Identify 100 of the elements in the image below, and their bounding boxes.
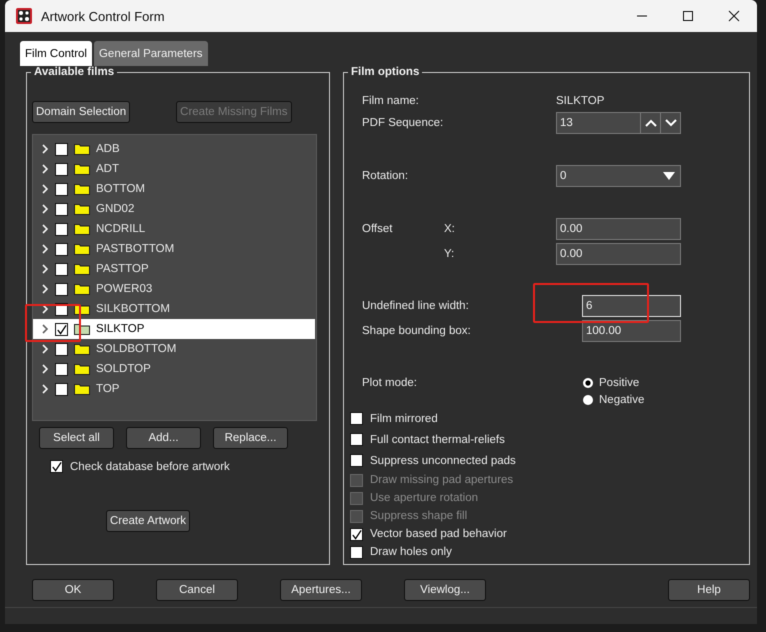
field-label: Film name: xyxy=(362,95,420,107)
checkbox[interactable] xyxy=(350,412,363,425)
folder-icon xyxy=(74,283,90,295)
checkbox[interactable] xyxy=(55,282,68,296)
window-title: Artwork Control Form xyxy=(41,8,165,24)
checkbox[interactable] xyxy=(55,162,68,176)
list-action-button[interactable]: Add... xyxy=(126,427,201,449)
offset-x-field[interactable]: 0.00 xyxy=(556,218,681,240)
field-label: Plot mode: xyxy=(362,377,418,389)
list-action-button[interactable]: Select all xyxy=(39,427,114,449)
field-label: PDF Sequence: xyxy=(362,117,444,129)
folder-icon xyxy=(74,363,90,375)
checkbox[interactable] xyxy=(55,382,68,396)
film-row[interactable]: NCDRILL xyxy=(33,219,316,239)
film-row[interactable]: PASTBOTTOM xyxy=(33,239,316,259)
field-label: Shape bounding box: xyxy=(362,325,472,337)
checkbox[interactable] xyxy=(55,342,68,356)
folder-icon xyxy=(74,203,90,215)
tab[interactable]: General Parameters xyxy=(94,41,208,66)
checkbox-label: Full contact thermal-reliefs xyxy=(370,434,505,446)
chevron-icon[interactable] xyxy=(41,324,49,334)
offset-y-field[interactable]: 0.00 xyxy=(556,243,681,265)
checkbox[interactable] xyxy=(55,262,68,276)
field-label: Y: xyxy=(444,248,456,260)
dialog-button[interactable]: OK xyxy=(32,579,114,601)
folder-icon xyxy=(74,183,90,195)
film-name: SOLDBOTTOM xyxy=(96,343,176,355)
checkbox-label: Vector based pad behavior xyxy=(370,528,507,540)
radio-label: Negative xyxy=(599,394,644,406)
film-row[interactable]: PASTTOP xyxy=(33,259,316,279)
film-name: PASTBOTTOM xyxy=(96,243,174,255)
bounding-box-field[interactable]: 100.00 xyxy=(582,320,681,342)
dialog-button[interactable]: Apertures... xyxy=(280,579,362,601)
checkbox-label: Suppress unconnected pads xyxy=(370,454,516,466)
field-label: Offset xyxy=(362,223,394,235)
domain-selection-button[interactable]: Domain Selection xyxy=(32,101,130,123)
folder-icon xyxy=(74,263,90,275)
film-name: ADB xyxy=(96,143,120,155)
pdf-sequence-spinner[interactable]: 13 xyxy=(556,112,681,134)
film-row[interactable]: ADT xyxy=(33,159,316,179)
dialog-button[interactable]: Viewlog... xyxy=(404,579,486,601)
folder-icon xyxy=(74,143,90,155)
checkbox[interactable] xyxy=(350,433,363,446)
tab[interactable]: Film Control xyxy=(20,41,92,66)
dialog-button[interactable]: Help xyxy=(668,579,750,601)
film-name: BOTTOM xyxy=(96,183,145,195)
film-name: SOLDTOP xyxy=(96,363,151,375)
field-label: Rotation: xyxy=(362,170,410,182)
film-row[interactable]: SILKTOP xyxy=(33,319,315,339)
film-row[interactable]: ADB xyxy=(33,139,316,159)
create-artwork-button[interactable]: Create Artwork xyxy=(106,510,190,532)
film-name: SILKBOTTOM xyxy=(96,303,170,315)
dialog-button[interactable]: Cancel xyxy=(156,579,238,601)
checkbox[interactable] xyxy=(350,546,363,558)
folder-icon xyxy=(74,383,90,395)
checkbox[interactable] xyxy=(55,242,68,256)
checkbox[interactable] xyxy=(55,202,68,216)
film-row[interactable]: TOP xyxy=(33,379,316,399)
film-name: GND02 xyxy=(96,203,134,215)
checkbox[interactable] xyxy=(55,182,68,196)
folder-icon xyxy=(74,243,90,255)
film-row[interactable]: BOTTOM xyxy=(33,179,316,199)
line-width-field[interactable]: 6 xyxy=(582,295,681,317)
checkbox-label: Use aperture rotation xyxy=(370,492,478,504)
checkbox-label: Check database before artwork xyxy=(70,460,230,472)
film-name: PASTTOP xyxy=(96,263,149,275)
film-name: POWER03 xyxy=(96,283,152,295)
checkbox-label: Suppress shape fill xyxy=(370,510,468,522)
field-label: X: xyxy=(444,223,456,235)
group-title: Available films xyxy=(33,66,116,78)
dropdown-arrow-icon[interactable] xyxy=(663,172,675,180)
checkbox[interactable] xyxy=(55,322,68,336)
folder-icon xyxy=(74,343,90,355)
checkbox[interactable] xyxy=(350,454,363,467)
film-row[interactable]: SOLDTOP xyxy=(33,359,316,379)
checkbox[interactable] xyxy=(50,460,63,473)
checkbox[interactable] xyxy=(55,222,68,236)
group-title: Film options xyxy=(350,66,420,78)
film-row[interactable]: POWER03 xyxy=(33,279,316,299)
radio-button[interactable] xyxy=(583,378,593,388)
rotation-dropdown[interactable]: 0 xyxy=(556,165,681,187)
checkbox-label: Film mirrored xyxy=(370,412,438,424)
checkbox[interactable] xyxy=(55,362,68,376)
annotation-frame xyxy=(25,304,81,342)
film-name-value: SILKTOP xyxy=(556,95,604,107)
checkbox-label: Draw holes only xyxy=(370,546,452,558)
checkbox[interactable] xyxy=(350,528,363,540)
folder-icon xyxy=(74,223,90,235)
film-name: SILKTOP xyxy=(96,323,144,335)
field-label: Undefined line width: xyxy=(362,300,470,312)
film-name: NCDRILL xyxy=(96,223,146,235)
radio-button[interactable] xyxy=(583,395,593,405)
checkbox[interactable] xyxy=(55,142,68,156)
film-name: TOP xyxy=(96,383,120,395)
app-icon xyxy=(16,8,32,24)
film-row[interactable]: SOLDBOTTOM xyxy=(33,339,316,359)
list-action-button[interactable]: Replace... xyxy=(213,427,288,449)
film-row[interactable]: SILKBOTTOM xyxy=(33,299,316,319)
folder-icon xyxy=(74,163,90,175)
film-row[interactable]: GND02 xyxy=(33,199,316,219)
